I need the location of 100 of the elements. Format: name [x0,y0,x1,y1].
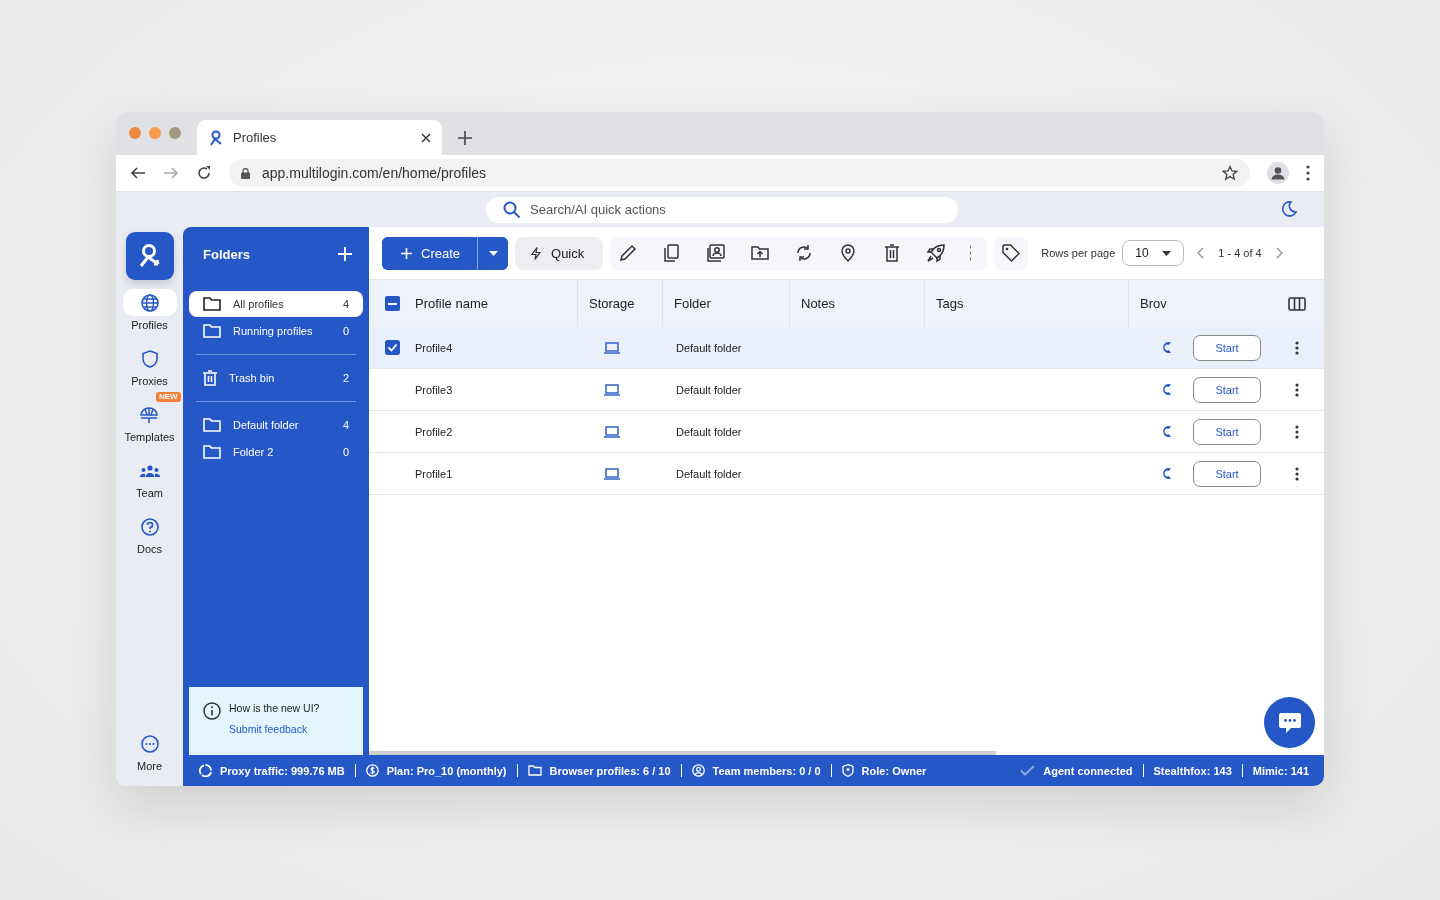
start-button[interactable]: Start [1193,334,1261,361]
caret-icon [1162,250,1172,256]
folder-icon [203,418,221,432]
chat-button[interactable] [1264,697,1315,748]
status-text: Team members: 0 / 0 [712,764,821,777]
next-page-icon[interactable] [1274,247,1283,259]
rail-label: Profiles [131,319,168,331]
app-logo[interactable] [125,232,174,280]
rail-label: More [136,760,163,772]
columns-icon[interactable] [1287,296,1306,311]
laptop-icon [604,383,620,396]
scrollbar[interactable] [369,751,996,755]
shield-icon [141,349,158,368]
status-text: Role: Owner [861,764,927,777]
rail-label: Team [136,487,163,499]
star-icon[interactable] [1222,165,1238,181]
rail-label: Docs [136,543,163,555]
close-icon[interactable] [421,132,431,143]
tag-button[interactable] [994,236,1029,270]
column-header[interactable]: Tags [936,296,964,311]
browser-icon [1161,340,1172,355]
folder-name: Default folder [676,383,742,396]
kebab-icon[interactable] [1294,382,1299,397]
shield-icon [841,764,854,777]
panel-title: Folders [203,246,250,262]
select-all-checkbox[interactable] [384,296,400,311]
lock-icon [241,167,250,179]
address-bar[interactable]: app.multilogin.com/en/home/profiles [229,159,1250,187]
new-tab-icon[interactable] [458,130,472,145]
user-icon [691,764,705,777]
team-icon [139,463,160,478]
rail-label: Templates [124,431,175,443]
folder-icon [203,445,221,459]
rail-label: Proxies [131,375,168,387]
profile-name: Profile1 [415,467,453,480]
column-header[interactable]: Notes [801,296,835,311]
kebab-icon[interactable] [1294,424,1299,439]
row-checkbox[interactable] [384,340,400,355]
column-header[interactable]: Profile name [415,296,488,311]
column-header[interactable]: Storage [589,296,635,311]
help-icon [140,517,159,536]
folder-item[interactable]: Running profiles 0 [189,318,363,344]
plus-icon [401,247,412,259]
more-icon [140,734,159,753]
start-button[interactable]: Start [1193,418,1261,445]
create-button[interactable]: Create [382,236,479,270]
browser-icon [1161,382,1172,397]
rail-button[interactable] [122,289,177,316]
feedback-link[interactable]: Submit feedback [229,723,320,735]
menu-icon[interactable] [1306,165,1310,181]
folder-icon [203,297,221,311]
status-text: Plan: Pro_10 (monthly) [386,764,507,777]
moon-icon[interactable] [1280,200,1298,218]
new-badge: NEW [155,392,181,402]
table-row[interactable]: Profile3 Default folder Start [369,369,1324,411]
browser-tab[interactable]: Profiles [197,120,442,155]
add-icon[interactable] [338,247,352,261]
status-text: Browser profiles: 6 / 10 [549,764,671,777]
column-header[interactable]: Brov [1140,296,1167,311]
umbrella-icon [140,405,159,424]
folder-item[interactable]: Trash bin 2 [189,365,363,391]
table-row[interactable]: Profile4 Default folder Start [369,327,1324,369]
status-text: Proxy traffic: 999.76 MB [220,764,345,777]
folder-item[interactable]: Folder 2 0 [189,439,363,465]
folder-name: Default folder [676,467,742,480]
rocket-icon[interactable] [926,243,947,263]
tag-icon [1001,243,1022,263]
globe-icon [140,293,159,312]
status-text: Mimic: 141 [1252,764,1309,777]
rows-per-page-select[interactable]: 10 [1122,240,1185,266]
folder-icon [527,765,542,776]
back-icon[interactable] [130,165,146,181]
contact-icon[interactable] [706,243,727,263]
column-header[interactable]: Folder [674,296,711,311]
reload-icon[interactable] [196,165,212,181]
table-row[interactable]: Profile2 Default folder Start [369,411,1324,453]
profile-name: Profile3 [415,383,453,396]
browser-icon [1161,424,1172,439]
previous-page-icon[interactable] [1197,247,1206,259]
kebab-icon[interactable] [1294,340,1299,355]
dollar-icon [365,764,379,777]
info-icon [203,702,221,720]
status-text: Agent connected [1043,764,1133,777]
account-icon[interactable] [1267,162,1289,184]
edit-icon[interactable] [618,243,639,263]
status-text: Stealthfox: 143 [1153,764,1232,777]
chat-icon [1277,711,1302,734]
folder-item[interactable]: All profiles 4 [189,291,363,317]
profile-name: Profile4 [415,341,453,354]
start-button[interactable]: Start [1193,460,1261,487]
kebab-icon[interactable] [1294,466,1299,481]
folder-item[interactable]: Default folder 4 [189,412,363,438]
table-row[interactable]: Profile1 Default folder Start [369,453,1324,495]
folder-upload-icon[interactable] [750,243,771,263]
folder-name: Default folder [676,425,742,438]
quick-button[interactable]: Quick [515,236,604,270]
browser-icon [1161,466,1172,481]
search-field[interactable]: Search/AI quick actions [486,196,958,223]
start-button[interactable]: Start [1193,376,1261,403]
search-icon [503,200,521,219]
